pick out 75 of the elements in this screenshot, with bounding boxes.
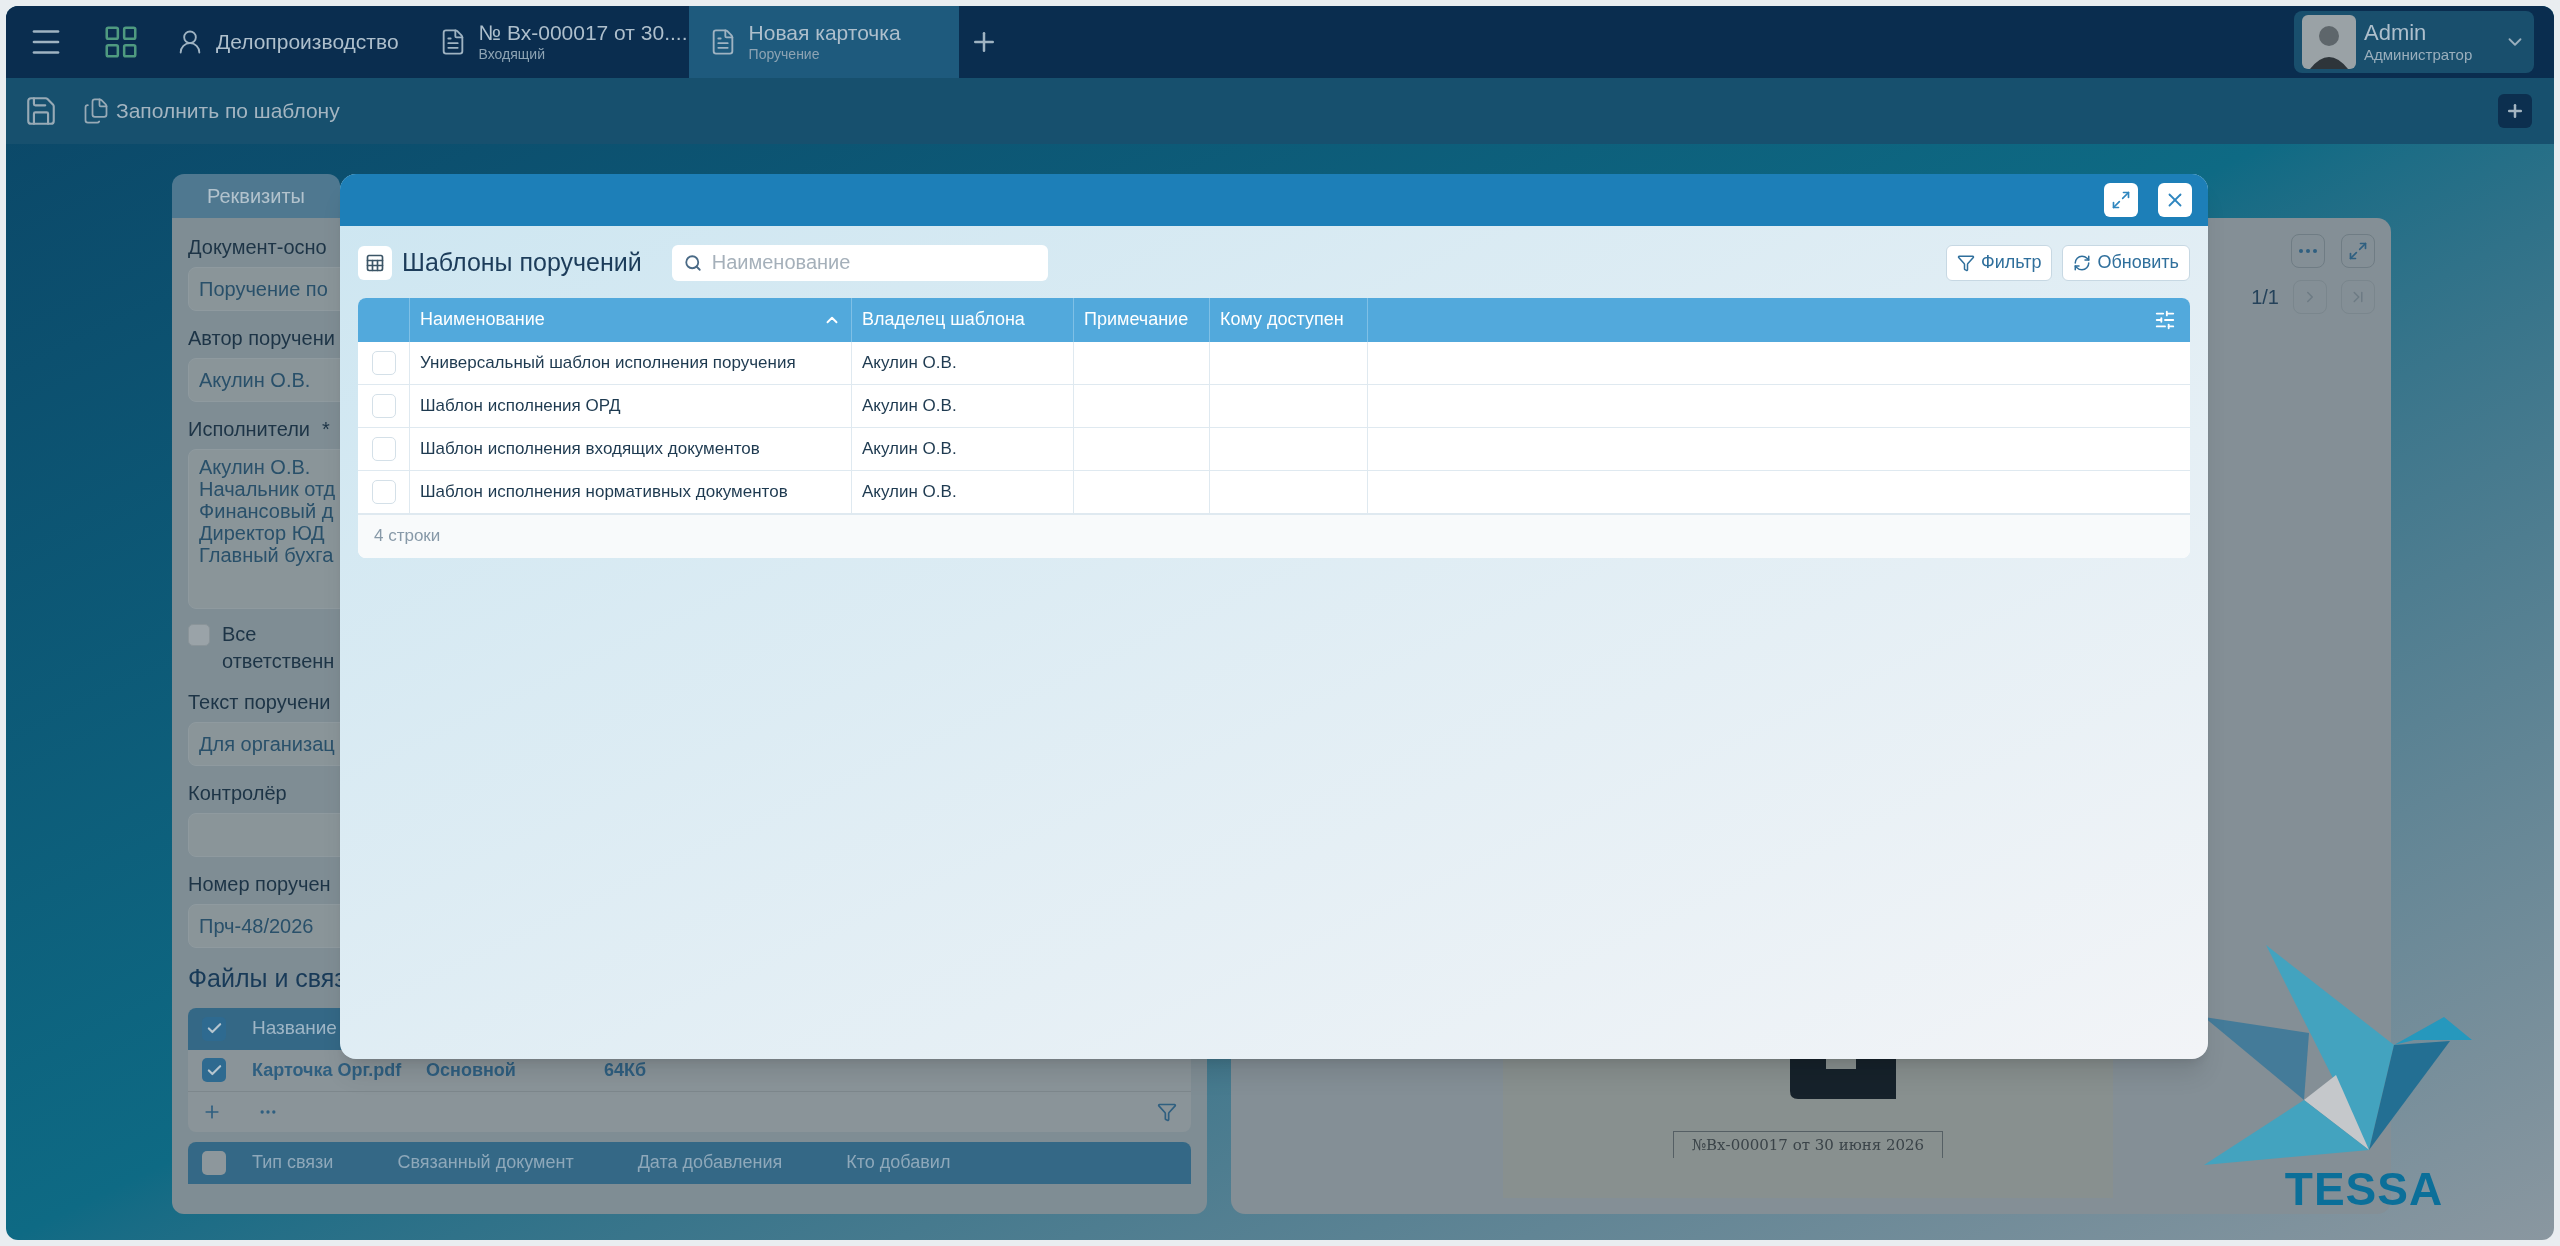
- table-cell-text: Шаблон исполнения входящих документов: [420, 437, 760, 460]
- row-count: 4 строки: [374, 525, 441, 548]
- more-icon: [2299, 249, 2317, 253]
- page-counter: 1/1: [2251, 285, 2279, 310]
- spreadsheet-icon: [365, 252, 385, 273]
- checkbox[interactable]: [202, 1058, 226, 1082]
- filter-icon: [1957, 253, 1975, 272]
- table-cell-text: Акулин О.В.: [862, 394, 957, 417]
- table-cell-text: Универсальный шаблон исполнения поручения: [420, 351, 796, 374]
- executor-name: Директор ЮД: [199, 522, 325, 544]
- executor-name: Финансовый д: [199, 500, 334, 522]
- column-header: Связанный документ: [396, 1151, 575, 1174]
- close-button[interactable]: [2158, 183, 2192, 217]
- required-mark: *: [322, 417, 330, 442]
- table-row[interactable]: Шаблон исполнения ОРД Акулин О.В.: [358, 384, 2190, 428]
- documents-icon: [82, 97, 110, 125]
- expand-icon: [2348, 241, 2368, 261]
- column-header: Название: [251, 1016, 338, 1041]
- tab-title: № Вх-000017 от 30....: [478, 20, 688, 47]
- more-button[interactable]: [2291, 234, 2325, 268]
- field-label: Исполнители: [188, 417, 310, 442]
- executor-name: Начальник отд: [199, 478, 336, 500]
- avatar: [2302, 15, 2356, 69]
- executor-name: Акулин О.В.: [199, 456, 311, 478]
- column-header: Тип связи: [251, 1151, 335, 1174]
- table-row[interactable]: Шаблон исполнения входящих документов Акулин О.В.: [358, 427, 2190, 471]
- field-label: Номер поручен: [188, 872, 331, 897]
- table-row[interactable]: Универсальный шаблон исполнения поручения Акулин О.В.: [358, 341, 2190, 385]
- registration-stamp: №Вх-000017 от 30 июня 2026: [1672, 1130, 1944, 1158]
- tab[interactable]: № Вх-000017 от 30.... Входящий: [418, 6, 689, 78]
- tab[interactable]: Делопроизводство: [156, 6, 419, 78]
- logo-text: TESSA: [2284, 1166, 2444, 1212]
- field-label: Автор поручени: [188, 326, 335, 351]
- tab-subtitle: Входящий: [478, 46, 546, 64]
- column-header: Кто добавил: [845, 1151, 952, 1174]
- table-cell-text: Акулин О.В.: [862, 437, 957, 460]
- maximize-button[interactable]: [2104, 183, 2138, 217]
- checkbox[interactable]: [188, 624, 210, 646]
- search-icon: [683, 253, 702, 272]
- save-icon[interactable]: [24, 94, 58, 128]
- table-cell-text: Акулин О.В.: [862, 351, 957, 374]
- checkbox-label: ответственн: [222, 649, 335, 674]
- column-header: Дата добавления: [636, 1151, 784, 1174]
- tab-title: Делопроизводство: [216, 28, 399, 55]
- tab-subtitle: Поручение: [748, 46, 821, 64]
- expand-button[interactable]: [2341, 234, 2375, 268]
- user-name: Admin: [2364, 18, 2428, 47]
- settings-icon[interactable]: [2154, 308, 2176, 331]
- field-label: Документ-осно: [188, 235, 327, 260]
- table-cell-text: Карточка Орг.pdf: [251, 1058, 403, 1082]
- tab-title: Новая карточка: [748, 20, 901, 47]
- table-cell-text: 64Кб: [603, 1058, 648, 1082]
- maximize-icon: [2111, 190, 2131, 210]
- table-cell-text: Основной: [425, 1058, 517, 1082]
- add-icon[interactable]: [2498, 94, 2532, 128]
- refresh-icon: [2073, 253, 2092, 272]
- table-cell-text: Шаблон исполнения нормативных документов: [420, 480, 788, 503]
- filter-icon[interactable]: [1157, 1101, 1177, 1122]
- table-cell-text: Акулин О.В.: [862, 480, 957, 503]
- checkbox[interactable]: [202, 1016, 226, 1041]
- user-role: Администратор: [2364, 46, 2474, 66]
- search-field[interactable]: Наименование: [671, 244, 1048, 281]
- refresh-button[interactable]: Обновить: [2062, 244, 2190, 281]
- field-label: Контролёр: [188, 781, 287, 806]
- executor-name: Главный бухга: [199, 544, 334, 566]
- tab[interactable]: Новая карточка Поручение: [688, 6, 959, 78]
- table-cell-text: Шаблон исполнения ОРД: [420, 394, 621, 417]
- field-label: Текст поручени: [188, 690, 331, 715]
- checkbox-label: Все: [222, 622, 257, 647]
- checkbox[interactable]: [202, 1150, 226, 1175]
- filter-button[interactable]: Фильтр: [1946, 244, 2053, 281]
- user-menu[interactable]: Admin Администратор: [2294, 11, 2534, 73]
- table-row[interactable]: Шаблон исполнения нормативных документов Акулин О.В.: [358, 470, 2190, 514]
- dialog-title: Шаблоны поручений: [402, 247, 642, 278]
- fill-template-button[interactable]: Заполнить по шаблону: [82, 95, 340, 127]
